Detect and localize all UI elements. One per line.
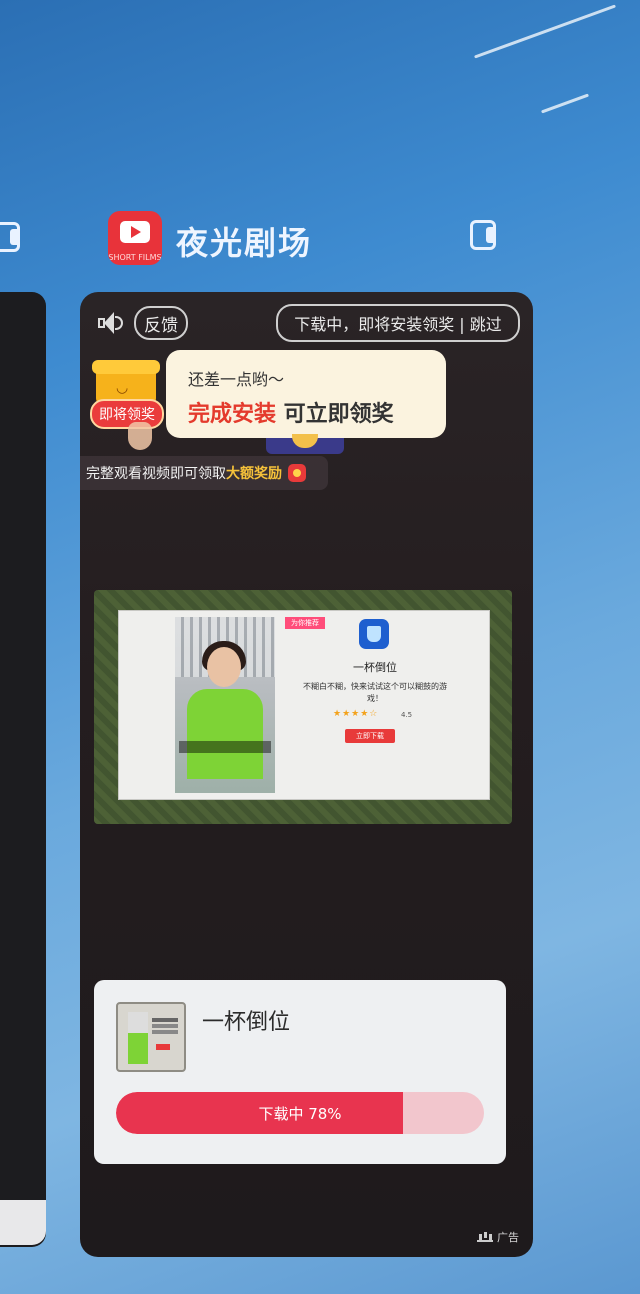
app-icon[interactable]: SHORT FILMS bbox=[108, 211, 162, 265]
bubble-highlight: 完成安装 bbox=[188, 402, 277, 427]
download-progress-bar[interactable]: 下载中 78% bbox=[116, 1092, 484, 1134]
mascot-peek bbox=[266, 434, 344, 454]
watch-bonus: 大额奖励 bbox=[226, 466, 282, 482]
play-icon bbox=[120, 221, 150, 243]
reward-bubble: 还差一点哟～ 完成安装 可立即领奖 bbox=[166, 350, 446, 438]
app-title: 夜光剧场 bbox=[176, 224, 313, 262]
previous-app-card-bottom bbox=[0, 1200, 46, 1245]
app-preview-card[interactable]: 反馈 下载中，即将安装领奖 | 跳过 ◡ 即将领奖 还差一点哟～ 完成安装 可立… bbox=[80, 292, 533, 1257]
ad-video[interactable]: 为你推荐 一杯倒位 不糊白不糊，快来试试这个可以糊鼓的游戏！ ★★★★☆ 4.5… bbox=[94, 590, 512, 824]
skip-button[interactable]: 下载中，即将安装领奖 | 跳过 bbox=[276, 304, 520, 342]
rating-value: 4.5 bbox=[401, 711, 413, 719]
bubble-rest: 可立即领奖 bbox=[276, 402, 394, 427]
download-panel[interactable]: 一杯倒位 下载中 78% bbox=[94, 980, 506, 1164]
progress-label: 下载中 78% bbox=[258, 1104, 342, 1123]
video-app-name: 一杯倒位 bbox=[353, 661, 397, 674]
download-app-name: 一杯倒位 bbox=[202, 1010, 291, 1035]
ad-label-text: 广告 bbox=[497, 1231, 519, 1244]
recommend-tag: 为你推荐 bbox=[285, 617, 325, 629]
game-app-icon bbox=[359, 619, 389, 649]
app-icon-subtext: SHORT FILMS bbox=[108, 253, 162, 262]
rating-stars: ★★★★☆ bbox=[333, 709, 379, 719]
feedback-button[interactable]: 反馈 bbox=[134, 306, 188, 340]
speaker-icon[interactable] bbox=[98, 311, 124, 335]
presenter-photo bbox=[175, 617, 275, 793]
app-thumbnail bbox=[116, 1002, 186, 1072]
ad-bars-icon bbox=[477, 1232, 493, 1242]
pointer-hand-icon bbox=[128, 422, 152, 450]
ad-label: 广告 bbox=[477, 1229, 519, 1245]
screen-glare bbox=[474, 4, 616, 59]
watch-prefix: 完整观看视频即可领取 bbox=[86, 466, 226, 482]
watch-reward-strip: 完整观看视频即可领取 大额奖励 bbox=[80, 456, 328, 490]
video-screen: 为你推荐 一杯倒位 不糊白不糊，快来试试这个可以糊鼓的游戏！ ★★★★☆ 4.5… bbox=[118, 610, 490, 800]
screen-glare bbox=[540, 93, 590, 114]
red-packet-icon bbox=[288, 464, 306, 482]
video-app-description: 不糊白不糊，快来试试这个可以糊鼓的游戏！ bbox=[303, 682, 447, 703]
video-download-button: 立即下载 bbox=[345, 729, 395, 743]
bubble-line1: 还差一点哟～ bbox=[188, 370, 285, 389]
reward-badge[interactable]: 即将领奖 bbox=[90, 399, 164, 429]
lock-icon[interactable] bbox=[470, 220, 496, 250]
previous-app-card[interactable] bbox=[0, 292, 46, 1247]
lock-icon[interactable] bbox=[0, 222, 20, 252]
bubble-line2: 完成安装 可立即领奖 bbox=[188, 396, 394, 428]
